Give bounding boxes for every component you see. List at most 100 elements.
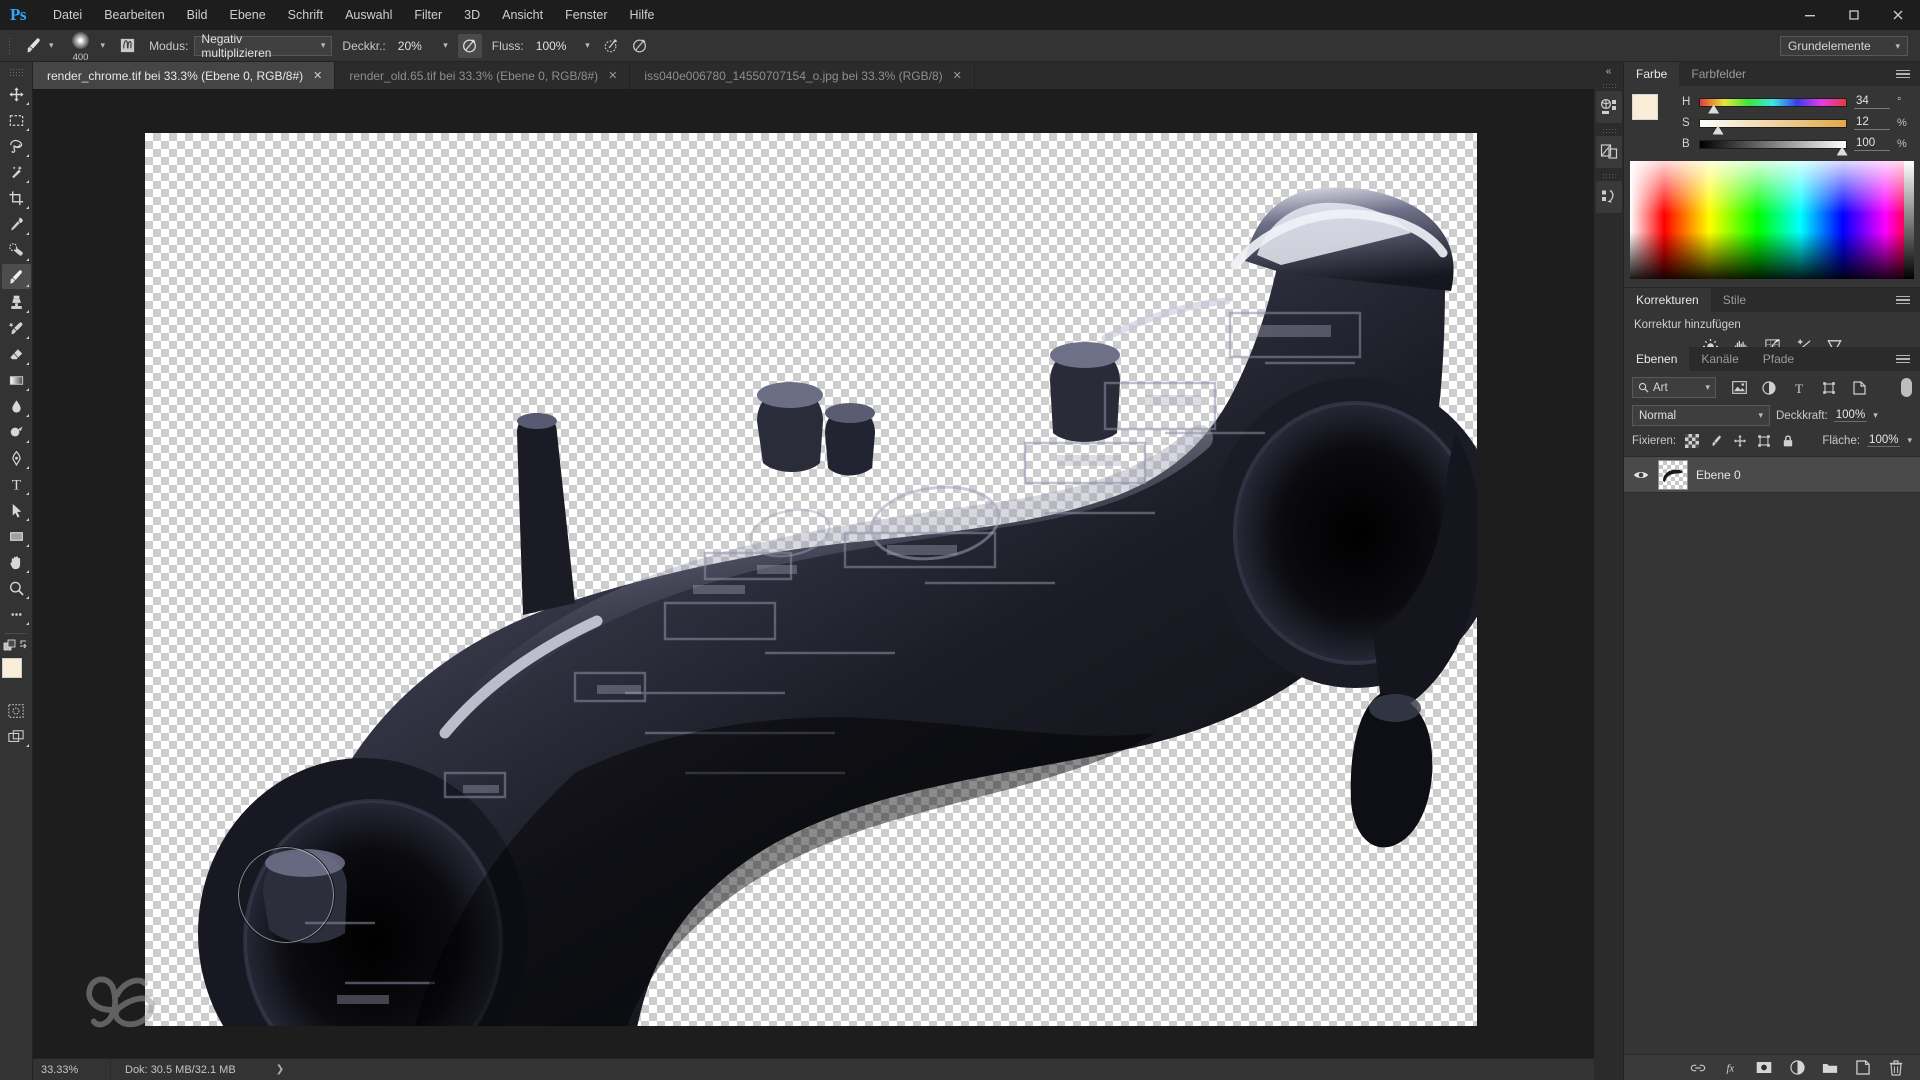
tool-rectangular-marquee[interactable]: [2, 108, 31, 133]
close-button[interactable]: [1876, 0, 1920, 30]
tool-eyedropper[interactable]: [2, 212, 31, 237]
maximize-button[interactable]: [1832, 0, 1876, 30]
brush-preset-picker-caret[interactable]: ▾: [101, 40, 106, 51]
chevron-down-icon[interactable]: ▾: [1873, 410, 1878, 421]
lock-position-icon[interactable]: [1731, 432, 1748, 449]
airbrush-toggle[interactable]: [600, 34, 624, 58]
shape-filter-icon[interactable]: [1820, 379, 1838, 397]
fill-value[interactable]: 100%: [1867, 434, 1901, 447]
rail-grip[interactable]: [1601, 128, 1616, 135]
minimize-button[interactable]: [1788, 0, 1832, 30]
document-tab-iss040e006780[interactable]: iss040e006780_14550707154_o.jpg bei 33.3…: [630, 62, 975, 89]
status-expand-arrow[interactable]: ❯: [276, 1064, 284, 1075]
layers-panel-menu-icon[interactable]: [1896, 347, 1914, 371]
close-icon[interactable]: ✕: [313, 69, 322, 82]
layer-opacity-value[interactable]: 100%: [1833, 409, 1868, 422]
rail-grip[interactable]: [1601, 83, 1616, 90]
tool-dodge[interactable]: [2, 420, 31, 445]
pressure-size-toggle[interactable]: [628, 34, 652, 58]
tab-korrekturen[interactable]: Korrekturen: [1624, 288, 1711, 312]
new-layer-icon[interactable]: [1855, 1060, 1871, 1076]
tab-pfade[interactable]: Pfade: [1751, 347, 1806, 371]
hue-slider-knob[interactable]: [1708, 104, 1720, 114]
tab-farbfelder[interactable]: Farbfelder: [1679, 62, 1758, 86]
lock-all-icon[interactable]: [1779, 432, 1796, 449]
close-icon[interactable]: ✕: [608, 69, 617, 82]
lock-image-icon[interactable]: [1707, 432, 1724, 449]
layer-style-fx-icon[interactable]: fx: [1723, 1060, 1739, 1076]
lock-artboard-icon[interactable]: [1755, 432, 1772, 449]
tool-brush[interactable]: [1, 264, 31, 289]
chevron-down-icon[interactable]: ▾: [1907, 435, 1912, 446]
delete-layer-icon[interactable]: [1888, 1059, 1904, 1076]
type-filter-icon[interactable]: T: [1790, 379, 1808, 397]
brightness-slider-knob[interactable]: [1836, 146, 1848, 156]
document-canvas[interactable]: [145, 133, 1477, 1026]
layer-thumbnail[interactable]: [1658, 459, 1688, 490]
tab-farbe[interactable]: Farbe: [1624, 62, 1680, 86]
close-icon[interactable]: ✕: [953, 69, 962, 82]
color-panel-menu-icon[interactable]: [1896, 62, 1914, 86]
layer-blend-mode-select[interactable]: Normal ▾: [1632, 405, 1770, 426]
menu-item-auswahl[interactable]: Auswahl: [334, 0, 403, 30]
adjustments-panel-menu-icon[interactable]: [1896, 288, 1914, 312]
foreground-color-swatch[interactable]: [2, 658, 22, 678]
tools-panel-grip[interactable]: [9, 68, 23, 78]
layer-filter-type-select[interactable]: Art ▾: [1632, 377, 1716, 398]
pressure-opacity-toggle[interactable]: [457, 33, 482, 58]
tool-edit-toolbar-ellipsis[interactable]: [2, 602, 31, 627]
color-spectrum-strip[interactable]: [1630, 161, 1914, 279]
lock-transparency-icon[interactable]: [1683, 432, 1700, 449]
panel-foreground-swatch[interactable]: [1632, 94, 1658, 120]
saturation-value-input[interactable]: [1854, 116, 1890, 130]
smartobject-filter-icon[interactable]: [1850, 379, 1868, 397]
tab-kanaele[interactable]: Kanäle: [1689, 347, 1750, 371]
tool-eraser[interactable]: [2, 342, 31, 367]
filter-enable-toggle[interactable]: [1901, 378, 1912, 397]
adjustment-filter-icon[interactable]: [1760, 379, 1778, 397]
color-swatches[interactable]: [1, 657, 31, 691]
document-tab-render-chrome[interactable]: render_chrome.tif bei 33.3% (Ebene 0, RG…: [33, 62, 336, 89]
layer-mask-icon[interactable]: [1756, 1060, 1772, 1076]
color-panel-swatches[interactable]: [1632, 94, 1672, 134]
brush-tool-icon[interactable]: [20, 34, 46, 58]
document-info[interactable]: Dok: 30.5 MB/32.1 MB ❯: [111, 1064, 284, 1076]
tool-crop[interactable]: [2, 186, 31, 211]
tool-gradient[interactable]: [2, 368, 31, 393]
actions-panel-button[interactable]: [1595, 181, 1622, 213]
link-layers-icon[interactable]: [1690, 1060, 1706, 1076]
collapse-panels-button[interactable]: «: [1606, 62, 1612, 80]
tool-move[interactable]: [2, 82, 31, 107]
hue-value-input[interactable]: [1854, 95, 1890, 109]
tool-type[interactable]: T: [2, 472, 31, 497]
tab-stile[interactable]: Stile: [1711, 288, 1758, 312]
tool-zoom[interactable]: [2, 576, 31, 601]
blend-mode-select[interactable]: Negativ multiplizieren ▾: [194, 32, 333, 60]
new-group-icon[interactable]: [1822, 1060, 1838, 1076]
new-fill-adjustment-icon[interactable]: [1789, 1060, 1805, 1076]
options-bar-grip[interactable]: [4, 35, 14, 57]
menu-item-ansicht[interactable]: Ansicht: [491, 0, 554, 30]
menu-item-schrift[interactable]: Schrift: [277, 0, 334, 30]
tool-hand[interactable]: [2, 550, 31, 575]
saturation-slider-track[interactable]: [1699, 118, 1847, 135]
tool-lasso[interactable]: [2, 134, 31, 159]
tool-rectangle-shape[interactable]: [2, 524, 31, 549]
color-spectrum-grayscale[interactable]: [1904, 161, 1914, 279]
tool-history-brush[interactable]: [2, 316, 31, 341]
libraries-panel-button[interactable]: [1595, 91, 1622, 123]
tool-blur[interactable]: [2, 394, 31, 419]
tool-clone-stamp[interactable]: [2, 290, 31, 315]
tool-quick-selection[interactable]: [2, 160, 31, 185]
menu-item-datei[interactable]: Datei: [42, 0, 93, 30]
pixel-filter-icon[interactable]: [1730, 379, 1748, 397]
adjustments-presets-button[interactable]: [1595, 136, 1622, 168]
opacity-field[interactable]: 20% ▾: [392, 36, 454, 56]
brush-settings-panel-button[interactable]: [115, 34, 139, 58]
rail-grip[interactable]: [1601, 173, 1616, 180]
tool-spot-healing-brush[interactable]: [2, 238, 31, 263]
tab-ebenen[interactable]: Ebenen: [1624, 347, 1690, 371]
brush-tool-preset-caret[interactable]: ▾: [49, 40, 54, 51]
layer-name[interactable]: Ebene 0: [1696, 468, 1741, 482]
quick-mask-toggle[interactable]: [2, 698, 31, 723]
